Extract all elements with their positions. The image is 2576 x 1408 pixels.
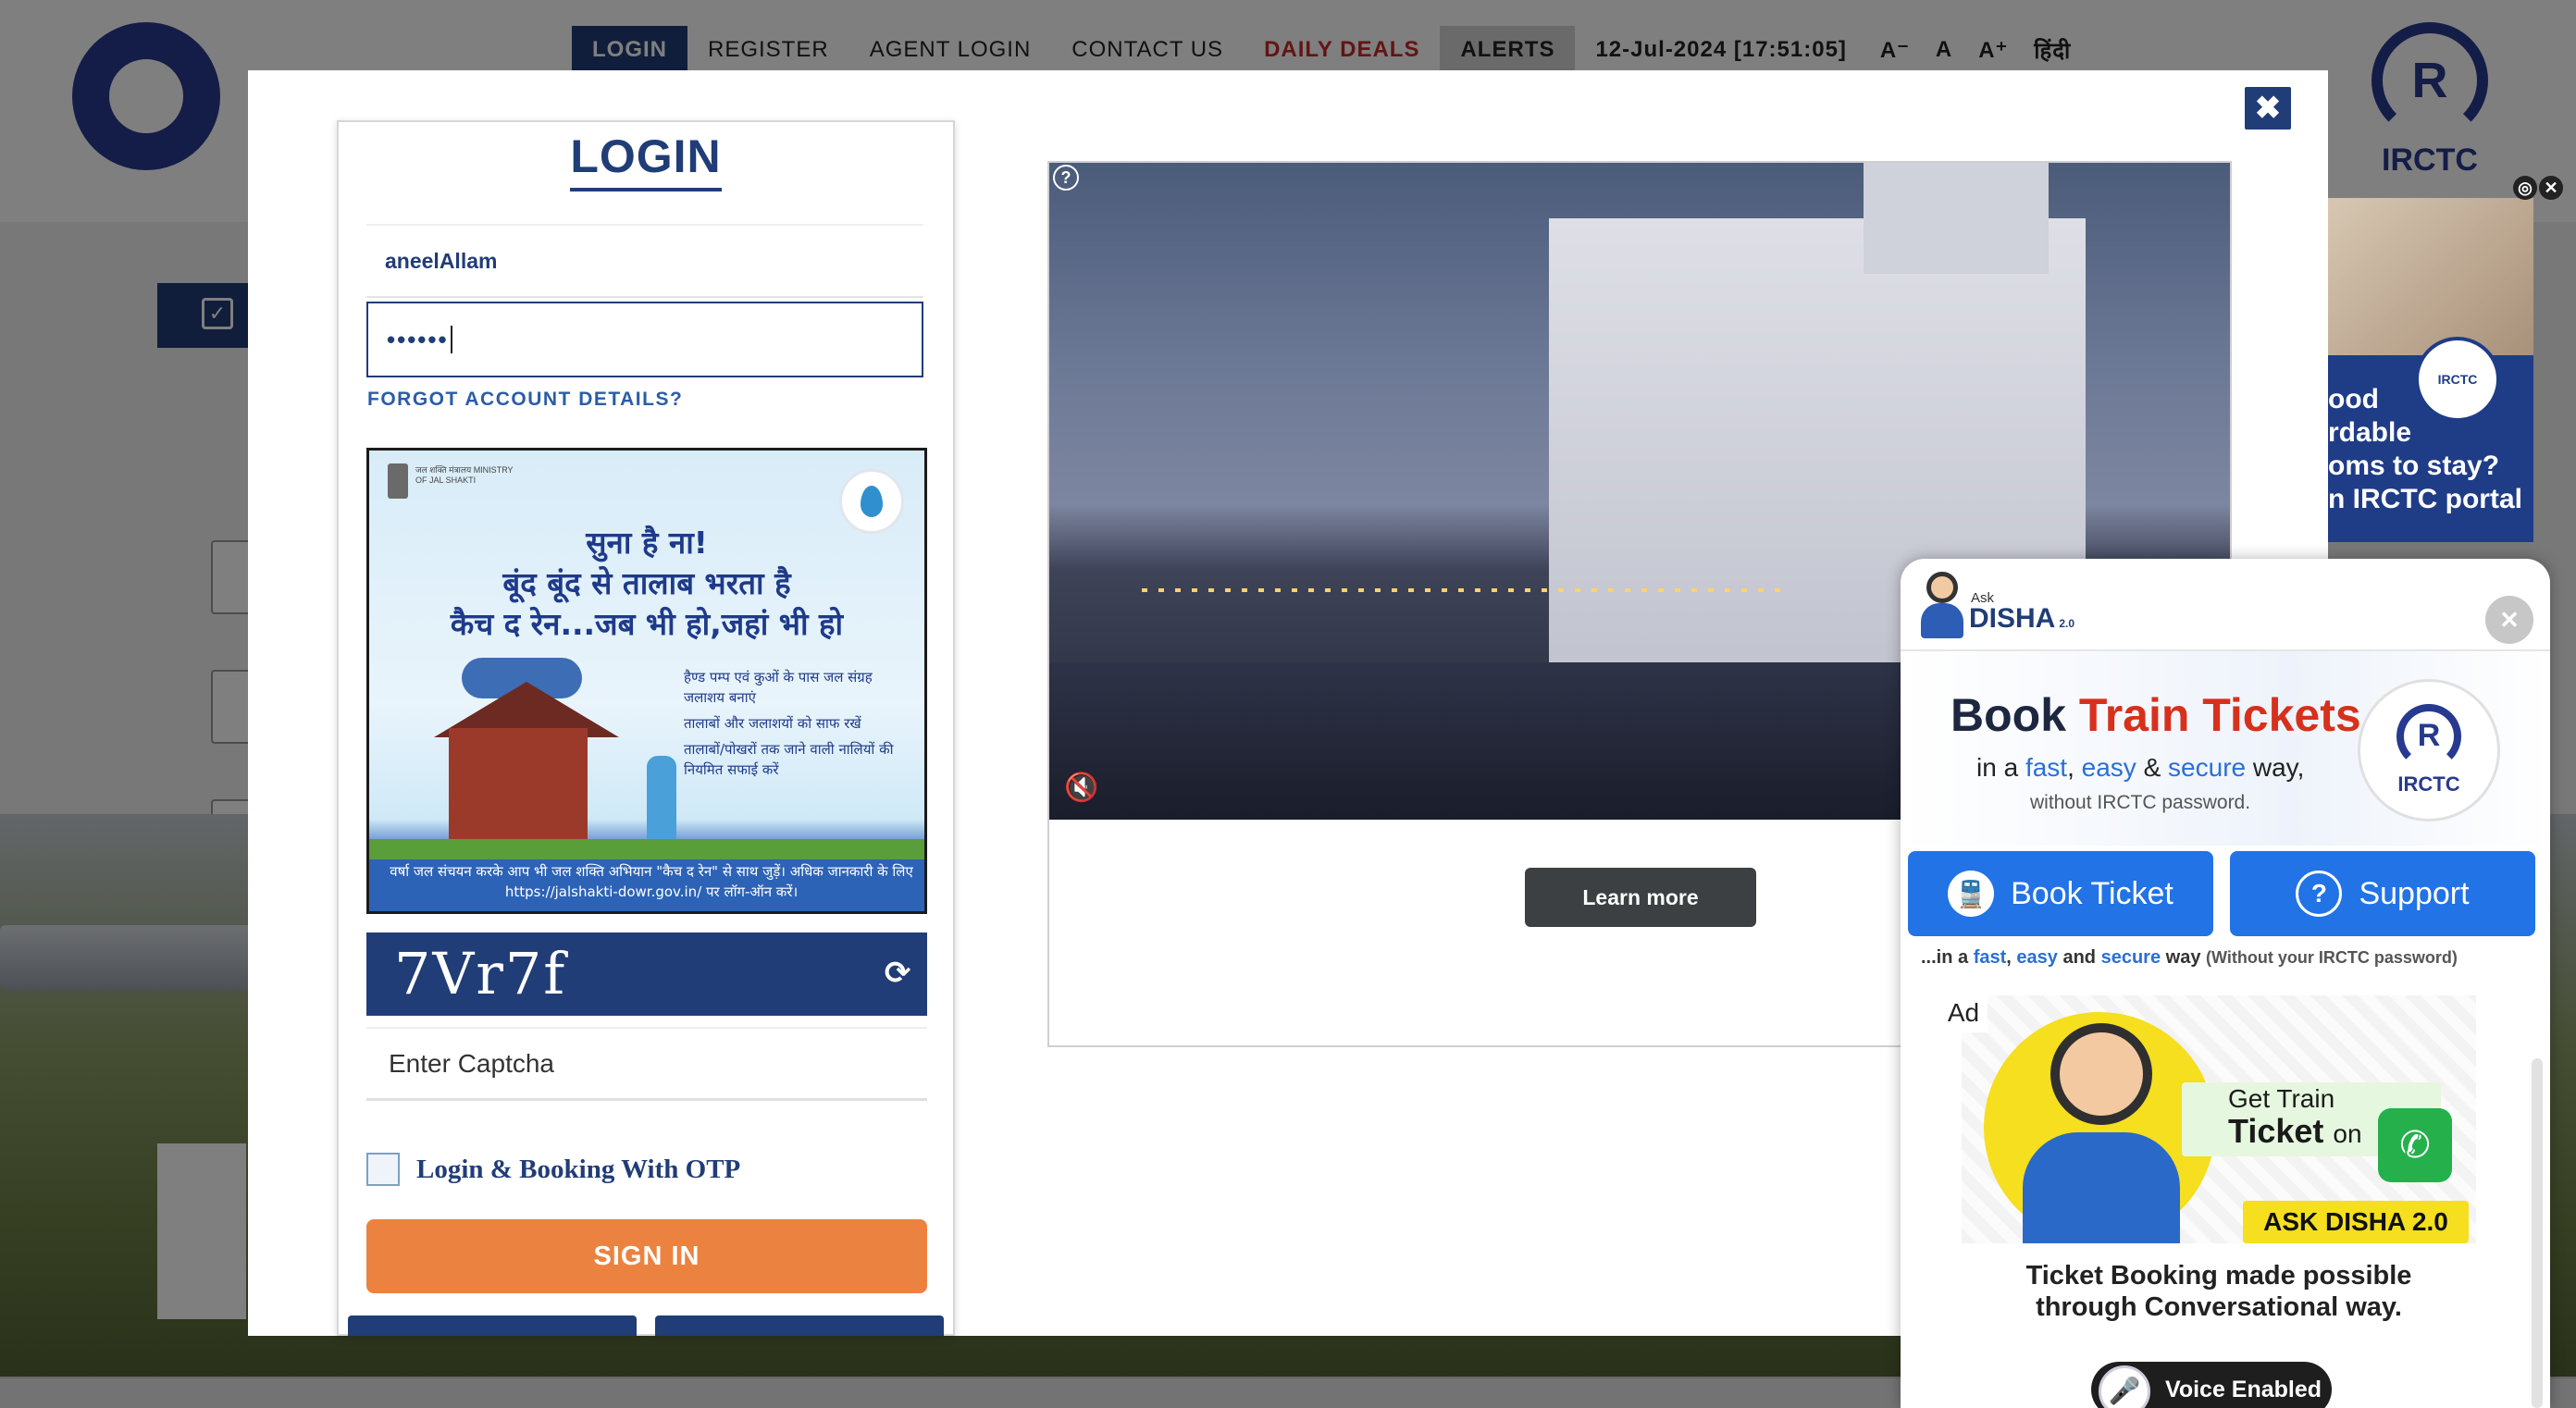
tagline-fast: fast xyxy=(1973,947,2007,968)
house-illustration xyxy=(449,728,588,839)
disha-subline: in a fast, easy & secure way, xyxy=(1976,753,2305,782)
irctc-logo-text: IRCTC xyxy=(2397,772,2460,796)
password-value: •••••• xyxy=(387,325,449,353)
ad-description: Ticket Booking made possible through Con… xyxy=(1962,1260,2476,1323)
disha-header: Ask DISHA 2.0 ✕ xyxy=(1901,559,2550,651)
ad-line-1: Ticket Booking made possible xyxy=(2025,1261,2412,1291)
ad-tower-image xyxy=(1864,163,2049,274)
poster-line-3: कैच द रेन...जब भी हो,जहां भी हो xyxy=(450,606,844,642)
headline-train-tickets: Train Tickets xyxy=(2078,689,2361,741)
login-title-wrap: LOGIN xyxy=(337,130,955,191)
headline-book: Book xyxy=(1951,689,2066,741)
tagline-and: and xyxy=(2062,947,2097,968)
support-button[interactable]: ? Support xyxy=(2230,851,2535,936)
catch-the-rain-poster: जल शक्ति मंत्रालय MINISTRY OF JAL SHAKTI… xyxy=(366,448,927,914)
side-hotel-ad[interactable]: IRCTC ood rdable oms to stay? n IRCTC po… xyxy=(2328,198,2533,542)
ad-mascot-face xyxy=(2050,1023,2152,1125)
disha-headline: Book Train Tickets xyxy=(1951,688,2361,742)
question-icon: ? xyxy=(2296,871,2343,917)
ad-ask-disha-banner: ASK DISHA 2.0 xyxy=(2243,1201,2469,1243)
otp-checkbox[interactable] xyxy=(366,1153,400,1186)
poster-bullet: तालाबों/पोखरों तक जाने वाली नालियों की न… xyxy=(684,741,894,778)
sub-easy: easy xyxy=(2081,753,2136,782)
username-field[interactable]: aneelAllam xyxy=(366,224,923,298)
ad-label: Ad xyxy=(1939,994,1988,1032)
modal-close-button[interactable]: ✖ xyxy=(2245,87,2291,130)
ad-mascot-body xyxy=(2023,1132,2180,1243)
otp-label[interactable]: Login & Booking With OTP xyxy=(416,1155,740,1185)
learn-more-button[interactable]: Learn more xyxy=(1525,868,1756,927)
bottom-button-left[interactable] xyxy=(348,1315,637,1336)
tagline-easy: easy xyxy=(2016,947,2058,968)
side-ad-text: ood rdable oms to stay? n IRCTC portal xyxy=(2328,383,2533,516)
disha-name-text: DISHA xyxy=(1969,603,2056,634)
disha-avatar xyxy=(1921,572,1965,642)
disha-name: DISHA 2.0 xyxy=(1969,603,2074,635)
ad-on: on xyxy=(2333,1119,2362,1148)
ad-get-train: Get Train xyxy=(2228,1084,2335,1113)
hotel-room-image xyxy=(2328,198,2533,355)
sub-text: in a xyxy=(1976,753,2019,782)
book-ticket-button[interactable]: 🚆 Book Ticket xyxy=(1908,851,2213,936)
password-field[interactable]: •••••• xyxy=(366,302,923,377)
side-ad-line: n IRCTC portal xyxy=(2328,484,2522,514)
disha-version: 2.0 xyxy=(2059,617,2075,630)
refresh-icon[interactable]: ⟳ xyxy=(879,955,916,992)
captcha-text: 7Vr7f xyxy=(394,940,567,1007)
disha-password-note: without IRCTC password. xyxy=(2030,792,2251,813)
disha-scrollbar[interactable] xyxy=(2532,1058,2543,1408)
tagline-text: ...in a xyxy=(1921,947,1969,968)
disha-whatsapp-ad[interactable]: Get Train Ticket on ✆ ASK DISHA 2.0 Tick… xyxy=(1962,995,2476,1408)
ad-ticket-on: Ticket on xyxy=(2228,1112,2362,1151)
sub-fast: fast xyxy=(2025,753,2068,782)
disha-chat-widget: Ask DISHA 2.0 ✕ Book Train Tickets in a f… xyxy=(1901,559,2550,1408)
help-icon[interactable]: ? xyxy=(1053,165,1079,191)
emblem-icon xyxy=(388,463,408,499)
mute-icon[interactable]: 🔇 xyxy=(1064,772,1101,804)
bottom-button-right[interactable] xyxy=(655,1315,944,1336)
disha-tagline: ...in a fast, easy and secure way (Witho… xyxy=(1921,947,2458,968)
side-ad-line: ood xyxy=(2328,384,2379,414)
poster-ministry-text: जल शक्ति मंत्रालय MINISTRY OF JAL SHAKTI xyxy=(415,465,514,485)
close-icon[interactable]: ✕ xyxy=(2539,176,2563,200)
ad-lights-image xyxy=(1142,588,1790,592)
ground-illustration xyxy=(369,839,924,859)
sign-in-button[interactable]: SIGN IN xyxy=(366,1219,927,1293)
train-icon: 🚆 xyxy=(1948,871,1995,917)
sub-amp: & xyxy=(2143,753,2161,782)
captcha-input[interactable]: Enter Captcha xyxy=(366,1027,927,1101)
disha-close-button[interactable]: ✕ xyxy=(2485,596,2533,644)
captcha-image: 7Vr7f ⟳ xyxy=(366,932,927,1016)
login-title: LOGIN xyxy=(570,130,722,191)
ad-ticket: Ticket xyxy=(2228,1112,2324,1150)
tagline-note: (Without your IRCTC password) xyxy=(2206,948,2458,967)
poster-bullet: तालाबों और जलाशयों को साफ रखें xyxy=(684,715,861,732)
side-ad-line: rdable xyxy=(2328,417,2412,448)
ad-choices-icon[interactable]: ◎ xyxy=(2513,176,2537,200)
otp-option: Login & Booking With OTP xyxy=(366,1153,740,1186)
sub-secure: secure xyxy=(2168,753,2247,782)
poster-bullets: हैण्ड पम्प एवं कुओं के पास जल संग्रह जला… xyxy=(684,667,915,785)
support-label: Support xyxy=(2359,875,2470,911)
irctc-logo-icon: R IRCTC xyxy=(2358,679,2500,821)
whatsapp-icon: ✆ xyxy=(2378,1108,2452,1182)
tagline-secure: secure xyxy=(2100,947,2161,968)
forgot-account-link[interactable]: FORGOT ACCOUNT DETAILS? xyxy=(367,389,683,411)
ad-line-2: through Conversational way. xyxy=(2036,1292,2402,1322)
poster-line-1: सुना है ना! xyxy=(586,525,708,561)
tagline-way: way xyxy=(2165,947,2201,968)
text-caret xyxy=(450,326,452,353)
poster-bullet: हैण्ड पम्प एवं कुओं के पास जल संग्रह जला… xyxy=(684,669,873,706)
poster-line-2: बूंद बूंद से तालाब भरता है xyxy=(502,565,791,601)
poster-footer: वर्षा जल संचयन करके आप भी जल शक्ति अभिया… xyxy=(390,863,913,900)
sub-way: way, xyxy=(2252,753,2305,782)
book-ticket-label: Book Ticket xyxy=(2011,875,2174,911)
side-ad-line: oms to stay? xyxy=(2328,451,2500,481)
